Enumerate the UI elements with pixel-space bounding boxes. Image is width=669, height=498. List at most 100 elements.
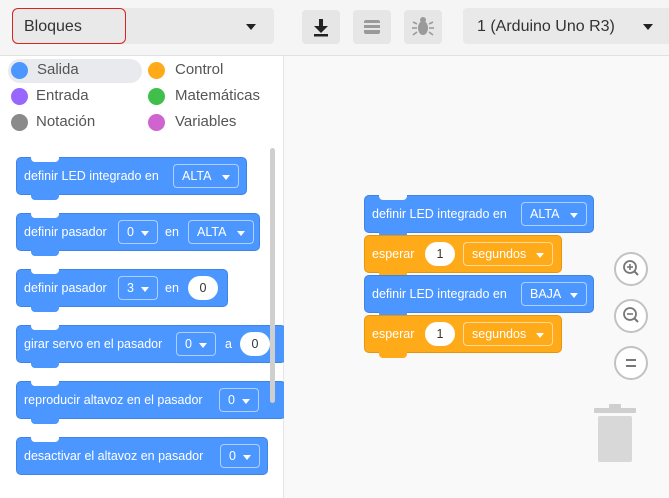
dropdown-value: ALTA [530, 207, 560, 221]
category-label: Matemáticas [175, 87, 261, 104]
chevron-down-icon [199, 343, 207, 348]
chevron-down-icon [246, 24, 256, 30]
palette-block-servo[interactable]: girar servo en el pasador 0 a 0 [16, 325, 286, 368]
time-unit-dropdown[interactable]: segundos [463, 322, 553, 346]
zoom-in-icon [623, 260, 639, 276]
block-text: en [165, 225, 179, 239]
download-button[interactable] [302, 10, 340, 44]
block-text: en [165, 281, 179, 295]
category-dot [148, 62, 165, 79]
chevron-down-icon [222, 175, 230, 180]
zoom-out-button[interactable] [614, 299, 648, 333]
chevron-down-icon [242, 399, 250, 404]
toolbar: Bloques 1 (Arduino Uno R3) [0, 0, 669, 56]
block-tab [31, 194, 59, 200]
bug-icon [412, 17, 434, 36]
upload-button[interactable] [353, 10, 391, 44]
dropdown-value: 0 [229, 449, 236, 463]
category-dot [11, 114, 28, 131]
state-dropdown[interactable]: BAJA [521, 282, 587, 306]
dropdown-value: 0 [127, 225, 134, 239]
dropdown-value: ALTA [182, 169, 212, 183]
value-input[interactable]: 0 [240, 332, 270, 356]
equals-icon [626, 359, 636, 367]
mode-select-label: Bloques [24, 18, 82, 35]
block-text: definir LED integrado en [24, 169, 159, 183]
dropdown-value: BAJA [530, 287, 562, 301]
palette-block-set-pin[interactable]: definir pasador 0 en ALTA [16, 213, 260, 256]
upload-icon [364, 20, 380, 34]
zoom-out-icon [623, 307, 639, 323]
script-block-wait-1[interactable]: esperar 1 segundos [364, 235, 562, 278]
pin-dropdown[interactable]: 3 [118, 276, 158, 300]
pin-dropdown[interactable]: 0 [219, 388, 259, 412]
script-block-led-high[interactable]: definir LED integrado en ALTA [364, 195, 594, 238]
debug-button[interactable] [404, 10, 442, 44]
palette-scrollbar[interactable] [270, 148, 275, 403]
zoom-reset-button[interactable] [614, 346, 648, 380]
category-salida[interactable]: Salida [8, 59, 142, 83]
state-dropdown[interactable]: ALTA [173, 164, 239, 188]
block-text: girar servo en el pasador [24, 337, 163, 351]
dropdown-value: 3 [127, 281, 134, 295]
palette-block-speaker-off[interactable]: desactivar el altavoz en pasador 0 [16, 437, 268, 475]
chevron-down-icon [237, 231, 245, 236]
category-entrada[interactable]: Entrada [11, 85, 131, 109]
wait-value-input[interactable]: 1 [425, 322, 455, 346]
pin-dropdown[interactable]: 0 [118, 220, 158, 244]
dropdown-value: ALTA [197, 225, 227, 239]
block-tab [31, 362, 59, 368]
pin-dropdown[interactable]: 0 [176, 332, 216, 356]
block-tab [379, 352, 407, 358]
download-icon [314, 19, 328, 37]
wait-value-input[interactable]: 1 [425, 242, 455, 266]
block-notch [31, 325, 59, 330]
block-notch [31, 213, 59, 218]
chevron-down-icon [141, 287, 149, 292]
state-dropdown[interactable]: ALTA [188, 220, 254, 244]
dropdown-value: segundos [472, 327, 527, 341]
category-label: Variables [175, 113, 237, 130]
block-notch [31, 381, 59, 386]
dropdown-value: 0 [185, 337, 192, 351]
palette-block-led[interactable]: definir LED integrado en ALTA [16, 157, 247, 200]
block-text: esperar [372, 327, 415, 341]
category-label: Notación [36, 113, 96, 130]
script-block-led-low[interactable]: definir LED integrado en BAJA [364, 275, 594, 318]
category-control[interactable]: Control [148, 59, 268, 83]
block-tab [31, 306, 59, 312]
pin-dropdown[interactable]: 0 [220, 444, 260, 468]
category-dot [148, 114, 165, 131]
category-label: Control [175, 61, 224, 78]
trash-icon[interactable] [592, 404, 638, 464]
chevron-down-icon [141, 231, 149, 236]
category-dot [11, 62, 28, 79]
category-notacion[interactable]: Notación [11, 111, 131, 135]
value-input[interactable]: 0 [188, 276, 218, 300]
time-unit-dropdown[interactable]: segundos [463, 242, 553, 266]
chevron-down-icon [570, 213, 578, 218]
block-text: definir LED integrado en [372, 287, 507, 301]
chevron-down-icon [243, 455, 251, 460]
palette-block-speaker[interactable]: reproducir altavoz en el pasador 0 [16, 381, 286, 424]
state-dropdown[interactable]: ALTA [521, 202, 587, 226]
script-block-wait-2[interactable]: esperar 1 segundos [364, 315, 562, 358]
mode-select[interactable]: Bloques [12, 8, 274, 44]
block-notch [31, 269, 59, 274]
chevron-down-icon [570, 293, 578, 298]
palette-block-set-pin-value[interactable]: definir pasador 3 en 0 [16, 269, 228, 312]
block-tab [31, 250, 59, 256]
category-dot [148, 88, 165, 105]
block-text: a [225, 337, 232, 351]
category-matematicas[interactable]: Matemáticas [148, 85, 278, 109]
dropdown-value: segundos [472, 247, 527, 261]
block-notch [31, 437, 59, 442]
device-select[interactable]: 1 (Arduino Uno R3) [463, 8, 669, 44]
zoom-in-button[interactable] [614, 252, 648, 286]
category-label: Salida [37, 61, 79, 78]
chevron-down-icon [536, 333, 544, 338]
category-label: Entrada [36, 87, 89, 104]
category-variables[interactable]: Variables [148, 111, 268, 135]
block-text: desactivar el altavoz en pasador [24, 449, 204, 463]
device-select-label: 1 (Arduino Uno R3) [477, 18, 615, 35]
